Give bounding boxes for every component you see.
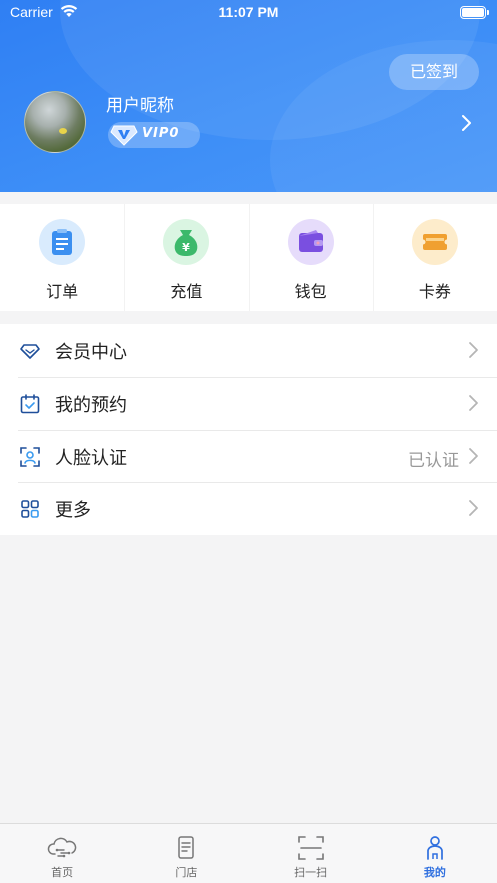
quick-actions: 订单 ¥ 充值 钱包 卡券 bbox=[0, 204, 497, 311]
tab-store[interactable]: 门店 bbox=[124, 824, 248, 883]
verification-status: 已认证 bbox=[408, 450, 459, 471]
nickname: 用户昵称 bbox=[106, 96, 174, 116]
store-document-icon bbox=[178, 836, 195, 859]
cloud-home-icon bbox=[47, 837, 77, 858]
menu-item-label: 人脸认证 bbox=[55, 447, 127, 469]
chevron-right-icon bbox=[469, 342, 478, 358]
quick-action-wallet[interactable]: 钱包 bbox=[248, 204, 373, 311]
quick-action-label: 充值 bbox=[170, 282, 203, 301]
menu-item-face-verify[interactable]: 人脸认证 已认证 bbox=[0, 429, 497, 483]
menu-item-label: 更多 bbox=[55, 500, 91, 522]
order-icon bbox=[39, 219, 86, 265]
chevron-right-icon bbox=[462, 115, 471, 131]
avatar[interactable] bbox=[24, 91, 86, 153]
quick-action-label: 订单 bbox=[46, 282, 79, 301]
vip-badge: VIP0 bbox=[108, 122, 200, 148]
coupon-icon bbox=[411, 219, 458, 265]
calendar-check-icon bbox=[20, 393, 40, 414]
scan-icon bbox=[297, 836, 324, 860]
face-scan-icon bbox=[20, 446, 40, 467]
tab-bar: 首页 门店 扫一扫 我的 bbox=[0, 823, 497, 883]
menu-item-more[interactable]: 更多 bbox=[0, 482, 497, 535]
chevron-right-icon bbox=[469, 500, 478, 517]
menu-item-label: 会员中心 bbox=[55, 342, 127, 363]
quick-action-recharge[interactable]: ¥ 充值 bbox=[124, 204, 248, 311]
menu-item-my-booking[interactable]: 我的预约 bbox=[0, 376, 497, 430]
tab-mine[interactable]: 我的 bbox=[373, 824, 497, 883]
recharge-money-bag-icon: ¥ bbox=[163, 219, 210, 265]
chevron-right-icon bbox=[469, 394, 478, 411]
quick-action-order[interactable]: 订单 bbox=[0, 204, 124, 311]
profile-header: Carrier 11:07 PM 已签到 用户昵称 VIP0 bbox=[0, 0, 497, 192]
grid-icon bbox=[21, 500, 39, 519]
clock: 11:07 PM bbox=[218, 4, 279, 20]
tab-label: 门店 bbox=[175, 866, 198, 879]
tab-scan[interactable]: 扫一扫 bbox=[249, 824, 373, 883]
status-bar: Carrier 11:07 PM bbox=[0, 0, 497, 26]
vip-diamond-icon bbox=[110, 125, 138, 146]
diamond-icon bbox=[20, 344, 40, 359]
svg-text:¥: ¥ bbox=[183, 241, 191, 254]
checkin-button[interactable]: 已签到 bbox=[389, 54, 479, 90]
profile-row[interactable]: 用户昵称 VIP0 bbox=[24, 90, 484, 156]
quick-action-label: 钱包 bbox=[294, 282, 327, 301]
quick-action-label: 卡券 bbox=[418, 282, 451, 301]
wallet-icon bbox=[287, 219, 334, 265]
tab-label: 我的 bbox=[423, 866, 446, 879]
tab-label: 首页 bbox=[51, 866, 74, 879]
tab-label: 扫一扫 bbox=[294, 866, 328, 879]
chevron-right-icon bbox=[469, 447, 478, 464]
settings-menu: 会员中心 我的预约 人脸认证 已认证 更多 bbox=[0, 324, 497, 535]
menu-item-label: 我的预约 bbox=[55, 394, 127, 416]
vip-level: VIP0 bbox=[142, 126, 180, 141]
battery-icon bbox=[460, 6, 489, 19]
user-icon bbox=[427, 836, 443, 860]
tab-home[interactable]: 首页 bbox=[0, 824, 124, 883]
menu-item-member-center[interactable]: 会员中心 bbox=[0, 324, 497, 377]
quick-action-coupon[interactable]: 卡券 bbox=[372, 204, 497, 311]
